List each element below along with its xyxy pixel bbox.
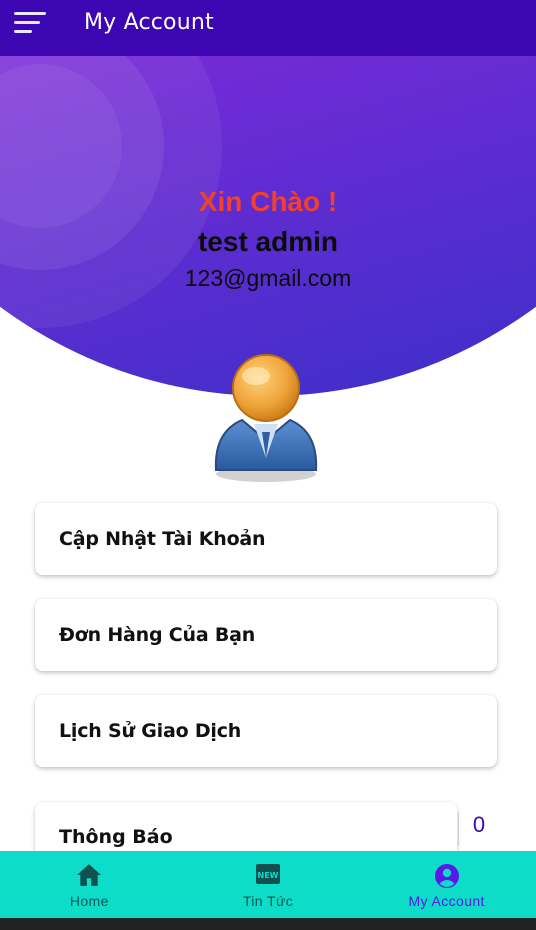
nav-label-home: Home	[69, 893, 109, 909]
page-title: My Account	[84, 10, 214, 35]
nav-item-home[interactable]: Home	[0, 851, 179, 918]
home-icon	[77, 864, 102, 886]
transaction-history-label: Lịch Sử Giao Dịch	[59, 720, 242, 742]
account-circle-icon	[434, 864, 459, 888]
greeting-text: Xin Chào !	[198, 186, 338, 217]
menu-icon[interactable]	[14, 12, 46, 36]
notification-count-badge: 0	[472, 812, 486, 837]
news-icon: NEW	[256, 864, 280, 884]
nav-item-my-account[interactable]: My Account	[357, 851, 536, 918]
notification-divider	[458, 812, 459, 846]
app-bar: My Account	[0, 0, 536, 56]
update-account-button[interactable]: Cập Nhật Tài Khoản	[35, 503, 497, 575]
transaction-history-button[interactable]: Lịch Sử Giao Dịch	[35, 695, 497, 767]
nav-label-news: Tin Tức	[242, 893, 294, 909]
user-email: 123@gmail.com	[184, 265, 352, 291]
notifications-label: Thông Báo	[59, 826, 173, 848]
user-avatar-icon	[214, 354, 318, 482]
update-account-label: Cập Nhật Tài Khoản	[59, 528, 266, 550]
orders-button[interactable]: Đơn Hàng Của Bạn	[35, 599, 497, 671]
orders-label: Đơn Hàng Của Bạn	[59, 624, 256, 646]
system-bar	[0, 918, 536, 930]
bottom-navigation: Home NEW Tin Tức My Account	[0, 851, 536, 918]
svg-text:NEW: NEW	[258, 871, 279, 880]
nav-label-my-account: My Account	[408, 893, 485, 909]
nav-item-news[interactable]: NEW Tin Tức	[179, 851, 358, 918]
user-name: test admin	[197, 226, 339, 257]
